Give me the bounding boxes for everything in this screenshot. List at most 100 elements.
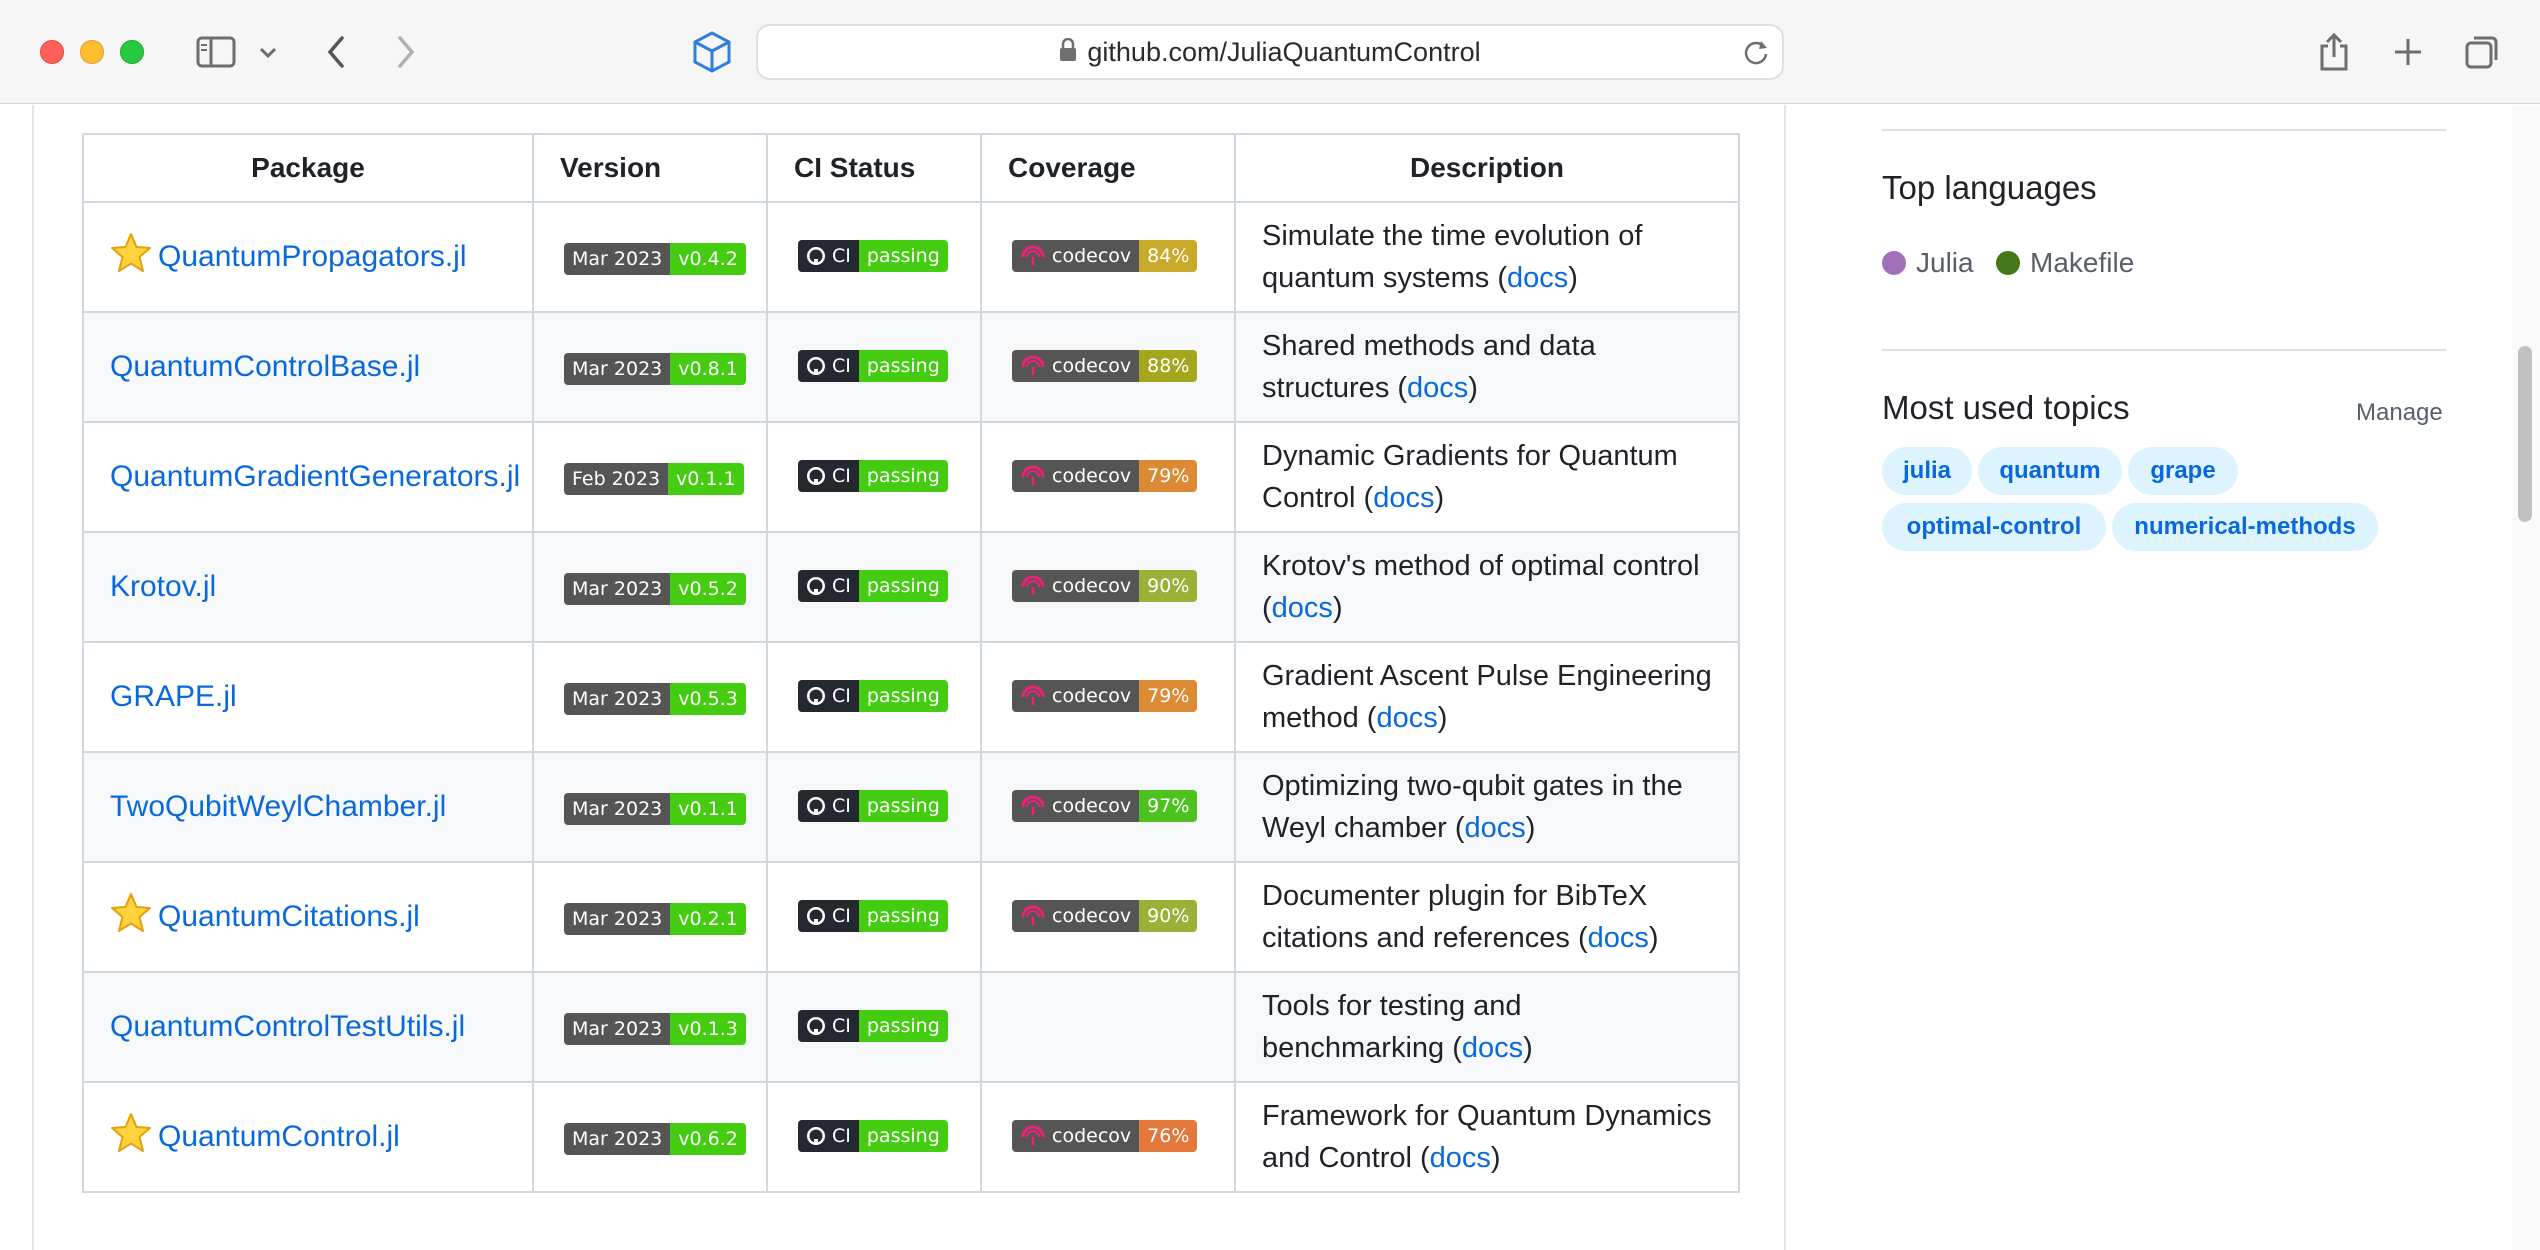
docs-link[interactable]: docs: [1373, 482, 1434, 514]
version-badge[interactable]: Mar 2023 v0.1.3: [564, 1012, 746, 1045]
package-link[interactable]: QuantumPropagators.jl: [158, 240, 467, 273]
ci-badge[interactable]: CI passing: [798, 1120, 948, 1152]
version-badge[interactable]: Mar 2023 v0.8.1: [564, 352, 746, 385]
version-badge[interactable]: Feb 2023 v0.1.1: [564, 462, 744, 495]
coverage-badge[interactable]: codecov 90%: [1012, 569, 1198, 602]
table-row: TwoQubitWeylChamber.jl Mar 2023 v0.1.1 CI pa…: [82, 751, 1740, 863]
docs-link[interactable]: docs: [1272, 592, 1333, 624]
language-makefile[interactable]: Makefile: [1996, 247, 2134, 279]
coverage-badge[interactable]: codecov 79%: [1012, 459, 1198, 492]
ci-badge[interactable]: CI passing: [798, 680, 948, 712]
version-badge[interactable]: Mar 2023 v0.4.2: [564, 242, 746, 275]
topic-numerical-methods[interactable]: numerical-methods: [2112, 503, 2378, 551]
codecov-label: codecov: [1012, 459, 1140, 492]
manage-topics-link[interactable]: Manage: [2356, 399, 2443, 427]
address-bar[interactable]: github.com/JuliaQuantumControl: [756, 24, 1784, 80]
package-link[interactable]: QuantumControlTestUtils.jl: [110, 1010, 465, 1043]
ci-badge[interactable]: CI passing: [798, 570, 948, 602]
forward-arrow-icon[interactable]: [378, 24, 434, 80]
ci-badge[interactable]: CI passing: [798, 790, 948, 822]
ci-label: CI: [798, 350, 859, 382]
ci-badge[interactable]: CI passing: [798, 1010, 948, 1042]
description-line: Dynamic Gradients for Quantum: [1262, 440, 1678, 472]
coverage-badge[interactable]: codecov 90%: [1012, 899, 1198, 932]
zoom-window-button[interactable]: [120, 40, 144, 64]
version-cell: Mar 2023 v0.4.2: [532, 201, 768, 313]
version-date: Mar 2023: [564, 682, 671, 715]
package-link[interactable]: GRAPE.jl: [110, 680, 237, 713]
minimize-window-button[interactable]: [80, 40, 104, 64]
coverage-badge[interactable]: codecov 84%: [1012, 239, 1198, 272]
table-header-row: Package Version CI Status Coverage Descr…: [82, 133, 1740, 203]
version-badge[interactable]: Mar 2023 v0.5.2: [564, 572, 746, 605]
docs-link[interactable]: docs: [1376, 702, 1437, 734]
chevron-down-icon[interactable]: [240, 24, 296, 80]
package-link[interactable]: QuantumControlBase.jl: [110, 350, 420, 383]
language-julia[interactable]: Julia: [1882, 247, 1974, 279]
description-line: and Control (docs): [1262, 1142, 1501, 1174]
version-cell: Mar 2023 v0.1.3: [532, 971, 768, 1083]
scrollbar-track[interactable]: [2512, 105, 2540, 1250]
ci-cell: CI passing: [766, 311, 982, 423]
topic-grape[interactable]: grape: [2128, 447, 2238, 495]
topic-quantum[interactable]: quantum: [1978, 447, 2122, 495]
description-cell: Optimizing two-qubit gates in the Weyl ch…: [1234, 751, 1740, 863]
page-content: Package Version CI Status Coverage Descr…: [0, 105, 2540, 1250]
table-row: GRAPE.jl Mar 2023 v0.5.3 CI passing codecov 79…: [82, 641, 1740, 753]
new-tab-icon[interactable]: [2380, 24, 2436, 80]
ci-cell: CI passing: [766, 421, 982, 533]
docs-link[interactable]: docs: [1507, 262, 1568, 294]
package-link[interactable]: QuantumCitations.jl: [158, 900, 420, 933]
reload-icon[interactable]: [1742, 38, 1770, 71]
docs-link[interactable]: docs: [1462, 1032, 1523, 1064]
ci-badge[interactable]: CI passing: [798, 460, 948, 492]
ci-badge[interactable]: CI passing: [798, 900, 948, 932]
header-version: Version: [532, 133, 768, 203]
package-link[interactable]: TwoQubitWeylChamber.jl: [110, 790, 446, 823]
codecov-label: codecov: [1012, 679, 1140, 712]
tab-overview-icon[interactable]: [2454, 24, 2510, 80]
github-icon: [806, 246, 826, 266]
package-cell: QuantumControl.jl: [82, 1081, 534, 1193]
back-arrow-icon[interactable]: [308, 24, 364, 80]
docs-link[interactable]: docs: [1430, 1142, 1491, 1174]
scrollbar-thumb[interactable]: [2518, 346, 2532, 522]
package-link[interactable]: Krotov.jl: [110, 570, 216, 603]
browser-toolbar: github.com/JuliaQuantumControl: [0, 0, 2540, 104]
share-icon[interactable]: [2306, 24, 2362, 80]
github-icon: [806, 576, 826, 596]
docs-link[interactable]: docs: [1588, 922, 1649, 954]
sidebar-toggle-icon[interactable]: [188, 24, 244, 80]
topic-julia[interactable]: julia: [1882, 447, 1972, 495]
content-border: [32, 105, 34, 1250]
ci-badge[interactable]: CI passing: [798, 350, 948, 382]
coverage-badge[interactable]: codecov 88%: [1012, 349, 1198, 382]
description-line: Shared methods and data: [1262, 330, 1596, 362]
coverage-cell: codecov 76%: [980, 1081, 1236, 1193]
codecov-icon: [1020, 905, 1046, 927]
close-window-button[interactable]: [40, 40, 64, 64]
coverage-badge[interactable]: codecov 76%: [1012, 1119, 1198, 1152]
version-badge[interactable]: Mar 2023 v0.5.3: [564, 682, 746, 715]
coverage-badge[interactable]: codecov 79%: [1012, 679, 1198, 712]
version-badge[interactable]: Mar 2023 v0.6.2: [564, 1122, 746, 1155]
coverage-badge[interactable]: codecov 97%: [1012, 789, 1198, 822]
docs-link[interactable]: docs: [1465, 812, 1526, 844]
description-cell: Framework for Quantum Dynamics and Contro…: [1234, 1081, 1740, 1193]
ci-badge[interactable]: CI passing: [798, 240, 948, 272]
docs-link[interactable]: docs: [1407, 372, 1468, 404]
version-badge[interactable]: Mar 2023 v0.1.1: [564, 792, 746, 825]
version-badge[interactable]: Mar 2023 v0.2.1: [564, 902, 746, 935]
version-date: Mar 2023: [564, 792, 671, 825]
description-cell: Simulate the time evolution of quantum sy…: [1234, 201, 1740, 313]
coverage-value: 79%: [1139, 679, 1198, 712]
version-date: Mar 2023: [564, 352, 671, 385]
description-line: method (docs): [1262, 702, 1448, 734]
topic-optimal-control[interactable]: optimal-control: [1882, 503, 2106, 551]
package-cell: QuantumControlBase.jl: [82, 311, 534, 423]
description-line: Optimizing two-qubit gates in the: [1262, 770, 1683, 802]
cube-extension-icon[interactable]: [684, 24, 740, 80]
package-link[interactable]: QuantumControl.jl: [158, 1120, 400, 1153]
package-link[interactable]: QuantumGradientGenerators.jl: [110, 460, 520, 493]
description-line: Weyl chamber (docs): [1262, 812, 1536, 844]
